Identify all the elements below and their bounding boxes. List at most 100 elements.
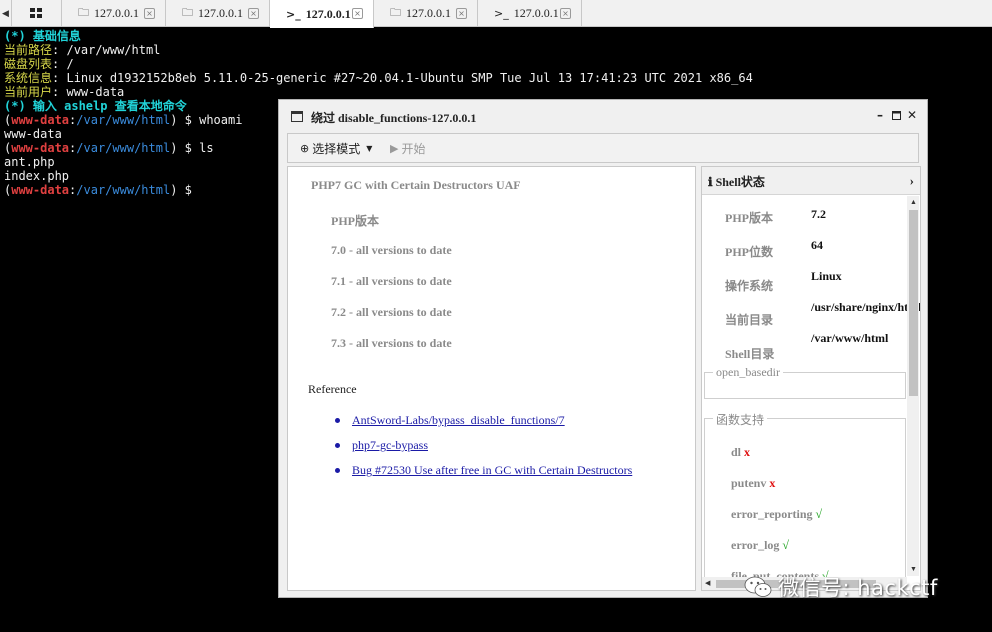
supported-mark: √: [782, 538, 790, 552]
cwd-value: /var/www/html: [66, 43, 161, 57]
system-label: 系统信息: [4, 71, 53, 85]
version-item: 7.1 - all versions to date: [331, 274, 452, 288]
bullet: [335, 468, 340, 473]
reference-link[interactable]: php7-gc-bypass: [352, 438, 428, 453]
command-output: index.php: [4, 169, 70, 183]
close-icon[interactable]: ×: [248, 8, 259, 19]
start-label: 开始: [401, 142, 426, 156]
watermark-text: 微信号: hackctf: [778, 576, 938, 600]
start-button[interactable]: ▶ 开始: [390, 140, 425, 157]
close-icon[interactable]: ✕: [905, 108, 919, 122]
command: whoami: [199, 113, 243, 127]
disk-value: /: [66, 57, 74, 71]
tab-5[interactable]: >_ 127.0.0.1 ×: [478, 0, 582, 27]
chevron-right-icon[interactable]: ›: [910, 173, 914, 189]
tab-label: 127.0.0.1: [198, 6, 243, 20]
bullet: [335, 418, 340, 423]
tab-4[interactable]: 🗀 127.0.0.1 ×: [374, 0, 478, 27]
version-item: 7.0 - all versions to date: [331, 243, 452, 257]
play-icon: ▶: [390, 142, 399, 155]
terminal-icon: >_: [286, 7, 301, 21]
caret-down-icon: ▼: [366, 144, 373, 153]
folder-icon: 🗀: [390, 6, 401, 19]
tab-label: 127.0.0.1: [305, 6, 351, 21]
reference-link[interactable]: Bug #72530 Use after free in GC with Cer…: [352, 463, 632, 478]
status-label: PHP版本: [725, 211, 773, 225]
prompt-path: /var/www/html: [76, 183, 171, 197]
status-value: /var/www/html: [811, 331, 889, 345]
status-value: Linux: [811, 269, 842, 283]
bullet: [335, 443, 340, 448]
status-value: 7.2: [811, 207, 826, 221]
select-mode-label: 选择模式: [312, 142, 361, 156]
folder-icon: 🗀: [78, 6, 89, 19]
reference-link[interactable]: AntSword-Labs/bypass_disable_functions/7: [352, 413, 565, 428]
unsupported-mark: x: [744, 445, 751, 459]
command-output: www-data: [4, 127, 62, 141]
status-label: 当前目录: [725, 313, 774, 327]
dialog-title: 绕过 disable_functions-127.0.0.1: [311, 111, 477, 125]
scroll-up-icon[interactable]: ▲: [910, 198, 917, 206]
help-line: (*) 输入 ashelp 查看本地命令: [4, 99, 187, 113]
prompt-user: www-data: [11, 141, 70, 155]
scrollbar-thumb[interactable]: [909, 210, 918, 396]
toolbar: ⊕ 选择模式 ▼ ▶ 开始: [287, 133, 919, 163]
tab-2[interactable]: 🗀 127.0.0.1 ×: [166, 0, 270, 27]
php-version-heading: PHP版本: [331, 214, 379, 228]
status-value: /usr/share/nginx/html: [811, 300, 921, 314]
shell-status-header[interactable]: ℹ Shell状态 ›: [702, 167, 920, 195]
bypass-dialog: 绕过 disable_functions-127.0.0.1 – ✕ ⊕ 选择模…: [278, 99, 928, 598]
close-icon[interactable]: ×: [144, 8, 155, 19]
status-label: PHP位数: [725, 245, 773, 259]
plus-circle-icon: ⊕: [300, 142, 310, 155]
command: ls: [199, 141, 214, 155]
open-basedir-fieldset: open_basedir: [704, 365, 906, 399]
status-label: 操作系统: [725, 279, 774, 293]
tab-bar: ◀ 🗀 127.0.0.1 × 🗀 127.0.0.1 × >_ 127.0.0…: [0, 0, 992, 28]
cwd-label: 当前路径: [4, 43, 53, 57]
status-value: 64: [811, 238, 823, 252]
prompt-path: /var/www/html: [76, 113, 171, 127]
version-item: 7.2 - all versions to date: [331, 305, 452, 319]
function-item: putenv x: [731, 476, 776, 490]
grid-icon[interactable]: [12, 0, 62, 27]
watermark: 微信号: hackctf: [744, 572, 938, 602]
system-value: Linux d1932152b8eb 5.11.0-25-generic #27…: [66, 71, 753, 85]
info-panel: PHP7 GC with Certain Destructors UAF PHP…: [287, 166, 696, 591]
prompt-user: www-data: [11, 113, 70, 127]
open-basedir-label: open_basedir: [713, 365, 783, 380]
vertical-scrollbar[interactable]: ▲ ▼: [907, 196, 919, 576]
window-icon: [291, 111, 303, 122]
function-item: dl x: [731, 445, 751, 459]
folder-icon: 🗀: [182, 6, 193, 19]
info-icon: ℹ: [708, 175, 716, 189]
user-label: 当前用户: [4, 85, 53, 99]
user-value: www-data: [66, 85, 125, 99]
command-output: ant.php: [4, 155, 55, 169]
close-icon[interactable]: ×: [352, 8, 363, 19]
minimize-icon[interactable]: –: [873, 108, 887, 122]
dialog-titlebar[interactable]: 绕过 disable_functions-127.0.0.1 – ✕: [279, 100, 927, 132]
maximize-icon[interactable]: [889, 108, 903, 122]
prompt-user: www-data: [11, 183, 70, 197]
tab-label: 127.0.0.1: [94, 6, 139, 20]
supported-mark: √: [815, 507, 823, 521]
close-icon[interactable]: ×: [456, 8, 467, 19]
select-mode-button[interactable]: ⊕ 选择模式 ▼: [300, 140, 372, 157]
functions-fieldset: 函数支持: [704, 411, 906, 590]
close-icon[interactable]: ×: [560, 8, 571, 19]
reference-heading: Reference: [308, 382, 357, 396]
functions-label: 函数支持: [713, 411, 768, 428]
scroll-left-icon[interactable]: ◀: [705, 579, 710, 587]
shell-status-title: ℹ Shell状态: [708, 175, 765, 189]
version-item: 7.3 - all versions to date: [331, 336, 452, 350]
tab-3[interactable]: >_ 127.0.0.1 ×: [270, 0, 374, 28]
tab-label: 127.0.0.1: [406, 6, 451, 20]
function-item: error_reporting √: [731, 507, 823, 521]
tab-1[interactable]: 🗀 127.0.0.1 ×: [62, 0, 166, 27]
tab-label: 127.0.0.1: [513, 6, 559, 20]
function-item: error_log √: [731, 538, 790, 552]
exploit-heading: PHP7 GC with Certain Destructors UAF: [311, 178, 521, 192]
unsupported-mark: x: [769, 476, 776, 490]
tab-scroll-left-icon[interactable]: ◀: [0, 0, 12, 27]
